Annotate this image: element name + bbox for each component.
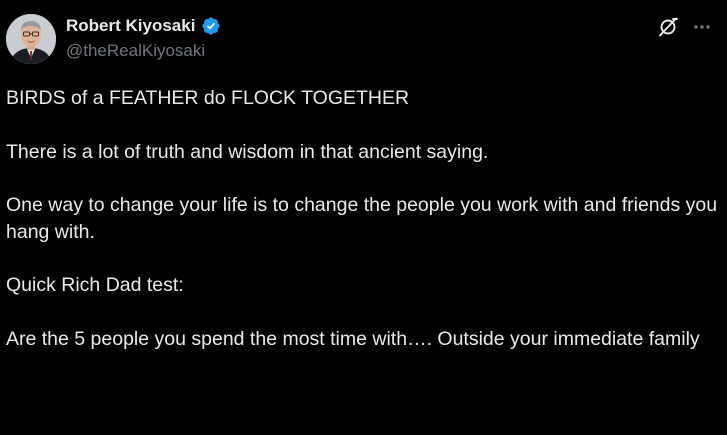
author-handle[interactable]: @theRealKiyosaki: [66, 41, 205, 61]
tweet: Robert Kiyosaki @theRealKiyosaki BIRDS o…: [0, 0, 727, 435]
avatar[interactable]: [6, 14, 56, 64]
tweet-text: BIRDS of a FEATHER do FLOCK TOGETHER The…: [6, 85, 718, 379]
more-options-icon[interactable]: [690, 16, 714, 38]
tweet-paragraph: Quick Rich Dad test:: [6, 274, 184, 296]
tweet-paragraph: Are the 5 people you spend the most time…: [6, 327, 700, 350]
verified-badge-icon[interactable]: [201, 16, 221, 36]
tweet-paragraph: There is a lot of truth and wisdom in th…: [6, 140, 489, 163]
grok-icon[interactable]: [657, 16, 679, 38]
tweet-paragraph: BIRDS of a FEATHER do FLOCK TOGETHER: [6, 87, 410, 109]
author-name-row: Robert Kiyosaki: [66, 15, 221, 37]
tweet-paragraph: One way to change your life is to change…: [6, 194, 718, 243]
author-display-name[interactable]: Robert Kiyosaki: [66, 16, 195, 36]
